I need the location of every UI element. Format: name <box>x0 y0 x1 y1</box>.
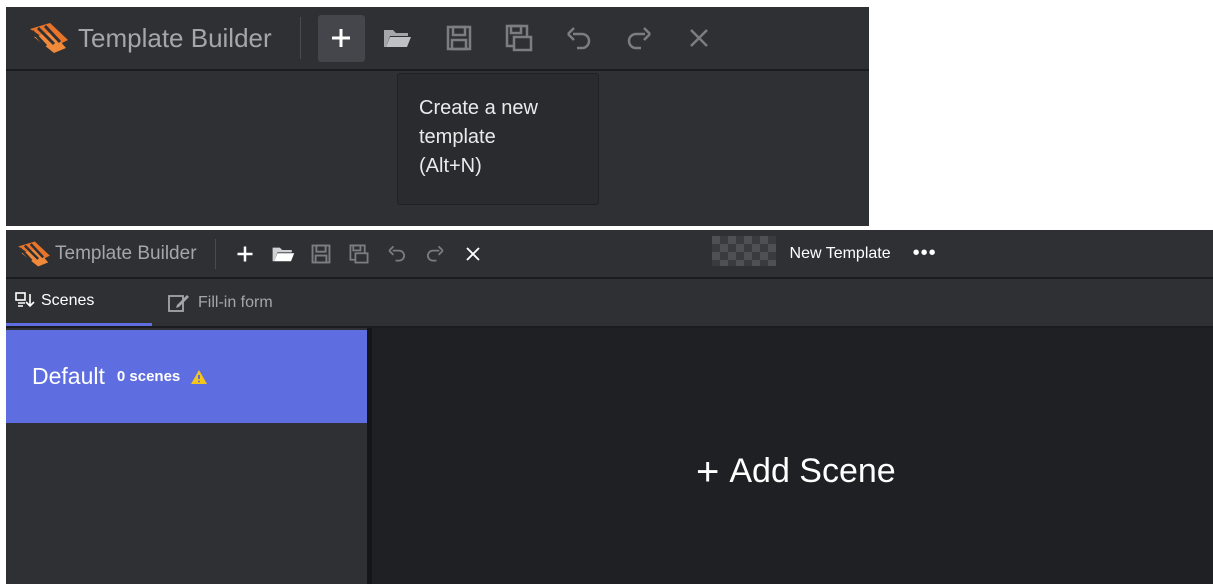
folder-open-icon <box>384 30 412 47</box>
save-icon <box>311 244 330 263</box>
close-icon <box>465 246 480 261</box>
tab-fill-in-form[interactable]: Fill-in form <box>168 279 273 326</box>
main-toolbar: Template Builder New Template ••• <box>6 230 1213 279</box>
add-scene-button[interactable]: + Add Scene <box>696 449 896 494</box>
save-template-button[interactable] <box>306 239 336 269</box>
app-title: Template Builder <box>78 22 272 53</box>
new-template-button[interactable] <box>317 14 365 62</box>
save-as-button[interactable] <box>344 239 374 269</box>
undo-button[interactable] <box>382 239 412 269</box>
tab-bar: Scenes Fill-in form <box>6 279 1213 328</box>
tab-scenes[interactable]: Scenes <box>6 279 152 326</box>
bottom-screenshot-panel: Template Builder New Template ••• Scenes… <box>6 230 1213 584</box>
plus-icon <box>332 29 351 47</box>
open-template-button[interactable] <box>374 15 421 62</box>
app-title: Template Builder <box>55 242 197 264</box>
save-template-button[interactable] <box>436 15 483 62</box>
top-screenshot-panel: Template Builder Create a new template (… <box>6 7 869 226</box>
scenes-icon <box>15 292 35 310</box>
warning-icon <box>190 369 208 385</box>
toolbar-divider <box>214 238 216 269</box>
logo-icon <box>15 238 53 270</box>
template-name: New Template <box>789 244 891 262</box>
new-template-button[interactable] <box>230 239 260 269</box>
undo-icon <box>567 27 591 50</box>
new-template-tooltip: Create a new template (Alt+N) <box>397 73 599 205</box>
group-name: Default <box>32 363 105 389</box>
add-scene-label: Add Scene <box>729 452 896 490</box>
save-as-icon <box>505 24 533 52</box>
close-icon <box>690 29 709 47</box>
save-as-icon <box>349 244 368 263</box>
scene-group-default[interactable]: Default 0 scenes <box>6 330 367 423</box>
scene-group-sidebar: Default 0 scenes <box>6 328 372 584</box>
tooltip-line: Create a new <box>419 97 538 119</box>
top-toolbar: Template Builder <box>6 7 869 71</box>
tooltip-line: template <box>419 126 496 148</box>
close-template-button[interactable] <box>676 15 723 62</box>
tab-label: Scenes <box>41 292 95 309</box>
redo-button[interactable] <box>420 239 450 269</box>
save-as-button[interactable] <box>496 15 543 62</box>
redo-button[interactable] <box>616 15 663 62</box>
redo-icon <box>426 245 444 262</box>
scene-count: 0 scenes <box>116 368 181 385</box>
tooltip-line: (Alt+N) <box>419 155 482 177</box>
undo-icon <box>388 245 405 262</box>
plus-icon <box>237 246 253 261</box>
tab-label: Fill-in form <box>198 293 273 311</box>
add-icon: + <box>696 449 720 494</box>
save-icon <box>446 25 472 51</box>
template-thumbnail[interactable] <box>711 236 776 271</box>
logo-icon <box>28 18 70 58</box>
redo-icon <box>627 27 652 50</box>
close-template-button[interactable] <box>458 239 488 269</box>
open-template-button[interactable] <box>268 239 298 269</box>
undo-button[interactable] <box>556 15 603 62</box>
folder-open-icon <box>272 247 294 261</box>
more-options-button[interactable]: ••• <box>913 242 937 265</box>
edit-form-icon <box>168 293 190 313</box>
toolbar-divider <box>299 17 301 59</box>
